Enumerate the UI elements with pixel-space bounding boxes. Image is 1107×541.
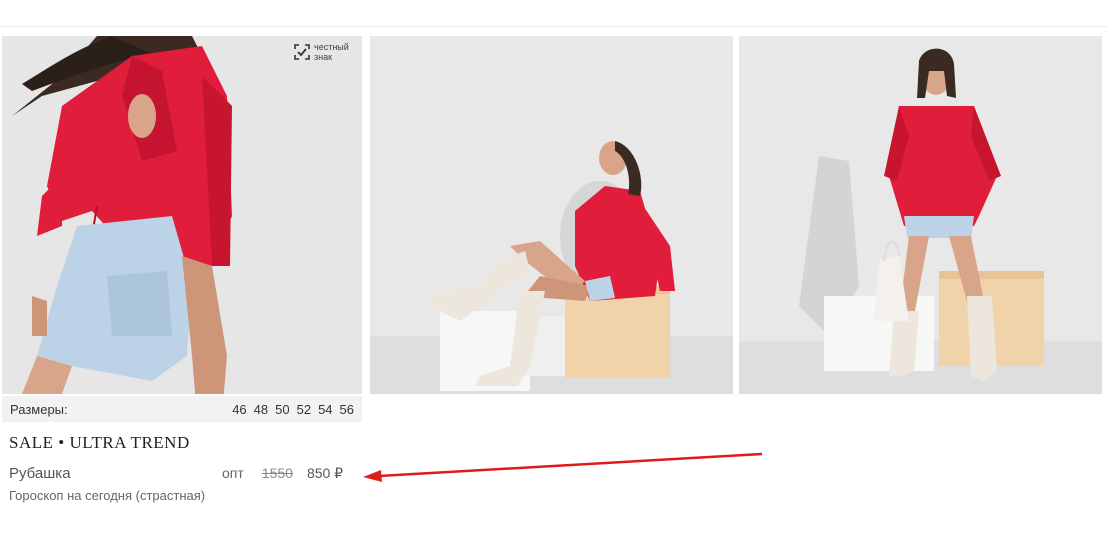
- size-option[interactable]: 56: [340, 402, 354, 417]
- sizes-bar: Размеры: 46 48 50 52 54 56: [2, 396, 362, 422]
- badge-line-1: честный: [314, 42, 349, 52]
- product-name[interactable]: Рубашка: [9, 465, 71, 482]
- honest-sign-badge: честный знак: [294, 42, 354, 62]
- product-photo-sitting[interactable]: [370, 36, 733, 394]
- product-brand: SALE • ULTRA TREND: [9, 433, 190, 452]
- size-option[interactable]: 52: [297, 402, 311, 417]
- sizes-label: Размеры:: [10, 401, 68, 417]
- photo-back-illustration: [2, 36, 362, 394]
- size-option[interactable]: 54: [318, 402, 332, 417]
- product-photo-standing[interactable]: [739, 36, 1102, 394]
- size-option[interactable]: 48: [254, 402, 268, 417]
- product-description: Гороскоп на сегодня (страстная): [9, 488, 206, 503]
- annotation-arrow-icon: [363, 452, 763, 482]
- size-option[interactable]: 46: [232, 402, 246, 417]
- current-price: 850 ₽: [306, 465, 344, 481]
- product-photo-back[interactable]: честный знак: [2, 36, 362, 394]
- price-block: опт 1550 850 ₽: [222, 465, 343, 482]
- badge-line-2: знак: [314, 52, 333, 62]
- size-option[interactable]: 50: [275, 402, 289, 417]
- top-divider: [0, 26, 1107, 27]
- old-price: 1550: [261, 465, 293, 481]
- price-label: опт: [222, 465, 244, 481]
- sizes-list: 46 48 50 52 54 56: [232, 402, 354, 417]
- photo-standing-illustration: [739, 36, 1102, 394]
- honest-sign-icon: [294, 44, 310, 60]
- photo-sitting-illustration: [370, 36, 733, 394]
